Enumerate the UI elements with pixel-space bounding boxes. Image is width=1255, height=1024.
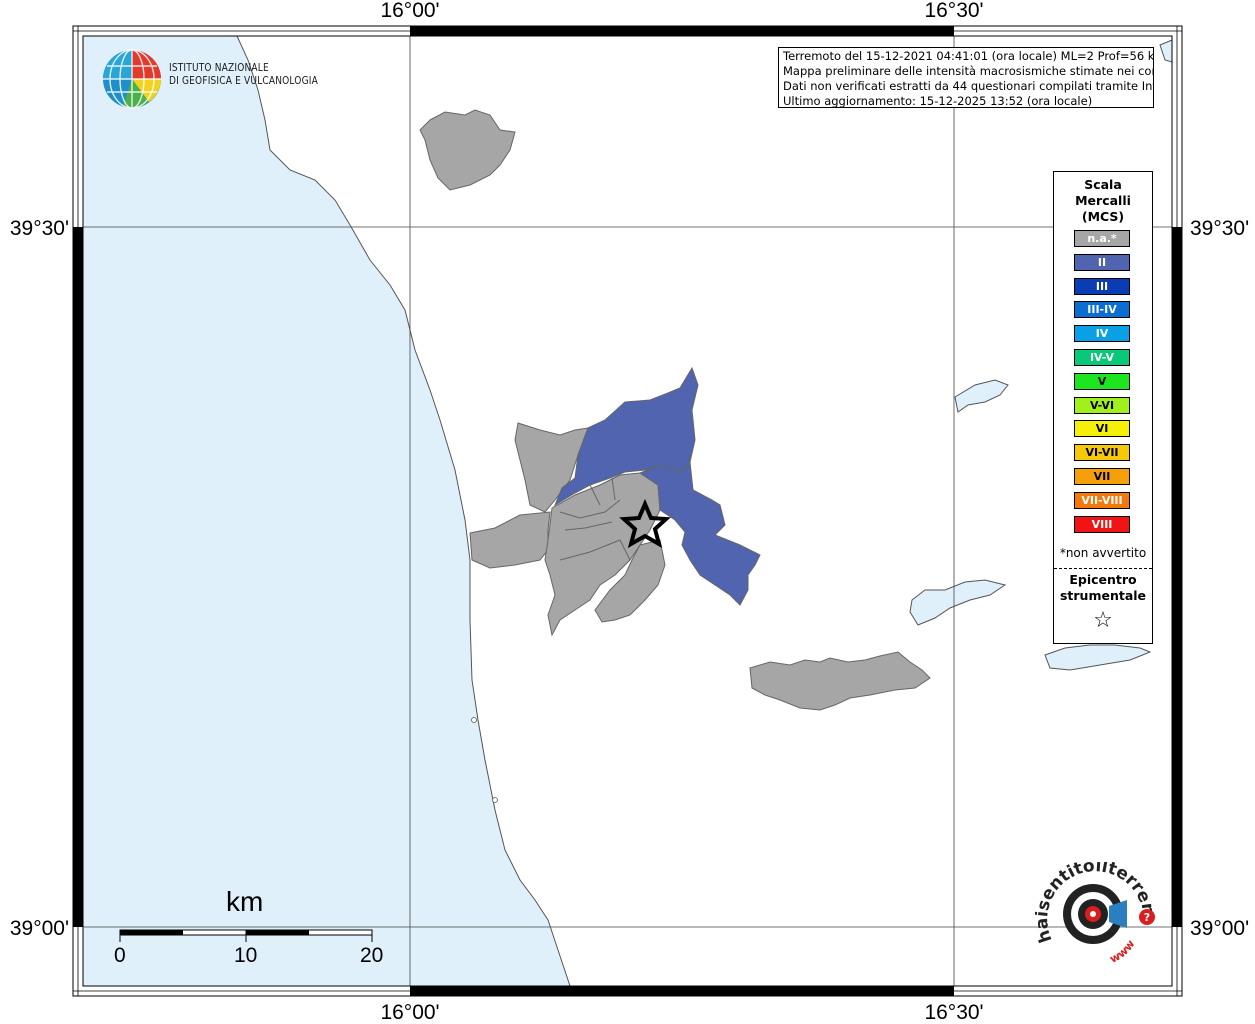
legend-item: VII [1074, 468, 1130, 485]
legend-title-line1: Scala [1084, 177, 1122, 192]
scale-label-0: 0 [114, 944, 126, 967]
event-info-box: Terremoto del 15-12-2021 04:41:01 (ora l… [778, 47, 1154, 108]
legend-item: VII-VIII [1074, 491, 1130, 509]
legend-item: V [1074, 372, 1130, 390]
legend-item: V-VI [1074, 396, 1130, 414]
ingv-globe-icon [103, 49, 161, 109]
ingv-name-line1: ISTITUTO NAZIONALE [169, 62, 269, 74]
legend-item: IV-V [1074, 349, 1130, 366]
legend-item: IV [1074, 325, 1130, 343]
mcs-legend: Scala Mercalli (MCS) n.a.* II III III-IV IV I… [1053, 171, 1153, 644]
legend-title-line2: Mercalli [1075, 193, 1131, 208]
ingv-name: ISTITUTO NAZIONALE DI GEOFISICA E VULCAN… [169, 62, 318, 88]
legend-epicenter-line1: Epicentro [1069, 572, 1137, 587]
legend-title: Scala Mercalli (MCS) [1054, 177, 1152, 225]
lat-label-left-bottom: 39°00' [10, 917, 69, 940]
event-info-line3: Dati non verificati estratti da 44 quest… [783, 79, 1154, 93]
legend-item: III [1074, 277, 1130, 295]
haisentito-logo: haisentitoilterremoto.it www. ? [1029, 847, 1165, 977]
islet [492, 797, 498, 803]
ingv-logo: ISTITUTO NAZIONALE DI GEOFISICA E VULCAN… [101, 48, 318, 110]
frame-segment [73, 227, 83, 927]
legend-item: VI-VII [1074, 444, 1130, 462]
lon-label-top-left: 16°00' [380, 0, 439, 22]
islet [471, 717, 477, 723]
legend-separator [1054, 568, 1152, 569]
frame-segment [410, 26, 954, 36]
legend-note: *non avvertito [1059, 546, 1147, 560]
scale-bar-unit: km [226, 886, 264, 917]
frame-segment [410, 986, 954, 996]
lat-label-right-bottom: 39°00' [1190, 917, 1249, 940]
legend-item: III-IV [1074, 301, 1130, 319]
legend-item: n.a.* [1074, 230, 1130, 247]
legend-epicenter-line2: strumentale [1059, 588, 1147, 603]
question-icon: ? [1144, 911, 1150, 924]
lat-label-left-top: 39°30' [10, 217, 69, 240]
legend-item: II [1074, 253, 1130, 271]
scale-label-20: 20 [360, 944, 384, 967]
lon-label-bottom-right: 16°30' [924, 1001, 983, 1024]
lon-label-top-right: 16°30' [924, 0, 983, 22]
event-info-line1: Terremoto del 15-12-2021 04:41:01 (ora l… [783, 49, 1154, 63]
event-info-line4: Ultimo aggiornamento: 15-12-2025 13:52 (… [783, 94, 1093, 108]
legend-star-icon: ☆ [1093, 608, 1113, 633]
haisentito-logo-mark: haisentitoilterremoto.it www. ? [1029, 847, 1159, 966]
legend-epicenter-label: Epicentro strumentale [1054, 572, 1152, 604]
scale-label-10: 10 [234, 944, 258, 967]
ingv-name-line2: DI GEOFISICA E VULCANOLOGIA [169, 75, 318, 87]
legend-item: VI [1074, 420, 1130, 438]
legend-item: VIII [1074, 515, 1130, 533]
frame-segment [1172, 227, 1182, 927]
event-info-line2: Mappa preliminare delle intensità macros… [783, 64, 1154, 78]
legend-title-line3: (MCS) [1081, 209, 1125, 224]
lon-label-bottom-left: 16°00' [380, 1001, 439, 1024]
lat-label-right-top: 39°30' [1190, 217, 1249, 240]
